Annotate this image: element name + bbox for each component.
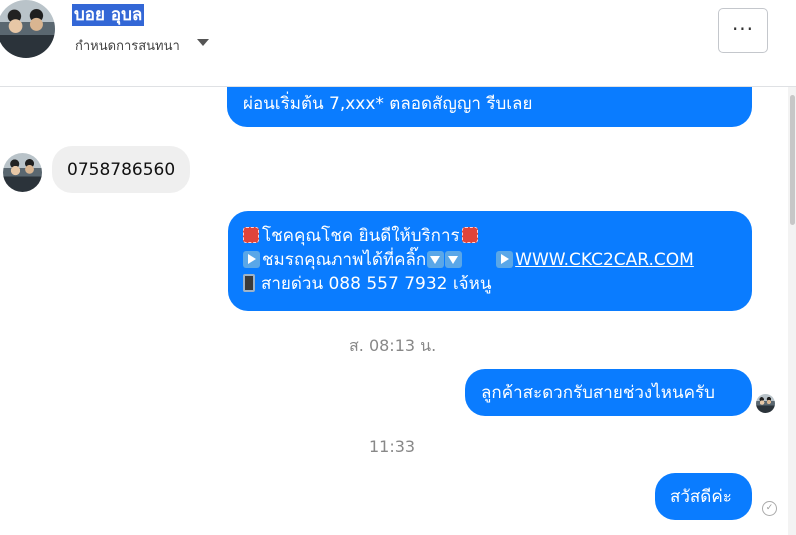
message-line: สายด่วน 088 557 7932 เจ้หนู [243, 272, 752, 296]
message-text: โชคคุณโชค ยินดีให้บริการ [262, 226, 460, 246]
conversation-header: บอย อุบล กำหนดการสนทนา ··· [0, 0, 796, 87]
timestamp: ส. 08:13 น. [349, 336, 437, 355]
message-line: โชคคุณโชค ยินดีให้บริการ [243, 224, 752, 248]
outgoing-message[interactable]: ลูกค้าสะดวกรับสายช่วงไหนครับ [465, 369, 752, 416]
avatar-photo [3, 153, 42, 192]
outgoing-message[interactable]: สวัสดีค่ะ [655, 473, 752, 520]
outgoing-message[interactable]: โชคคุณโชค ยินดีให้บริการ ชมรถคุณภาพได้ที… [228, 211, 752, 311]
timestamp: 11:33 [369, 437, 416, 456]
message-text: ลูกค้าสะดวกรับสายช่วงไหนครับ [481, 383, 715, 403]
play-button-icon [243, 251, 260, 268]
message-line: ชมรถคุณภาพได้ที่คลิ๊ก WWW.CKC2CAR.COM [243, 248, 752, 272]
avatar-photo [756, 394, 775, 413]
avatar-photo [0, 0, 55, 58]
message-text: 0758786560 [67, 160, 176, 180]
check-circle-icon: ✓ [762, 501, 777, 516]
incoming-message[interactable]: 0758786560 [52, 146, 190, 193]
website-link[interactable]: WWW.CKC2CAR.COM [515, 250, 694, 270]
more-options-button[interactable]: ··· [718, 8, 768, 53]
red-square-icon [243, 227, 259, 243]
contact-name[interactable]: บอย อุบล [72, 4, 145, 26]
sender-avatar[interactable] [3, 153, 42, 192]
schedule-conversation-dropdown[interactable]: กำหนดการสนทนา [75, 35, 180, 56]
play-button-icon [496, 251, 514, 268]
caret-down-icon[interactable] [197, 39, 209, 46]
mobile-phone-icon [243, 274, 255, 292]
scrollbar-thumb[interactable] [790, 95, 795, 225]
message-text: สายด่วน 088 557 7932 เจ้หนู [261, 274, 492, 294]
down-arrow-icon [445, 251, 463, 268]
red-square-icon [461, 227, 478, 243]
down-arrow-icon [427, 251, 445, 268]
message-text: สวัสดีค่ะ [670, 487, 732, 507]
message-text: ชมรถคุณภาพได้ที่คลิ๊ก [262, 250, 427, 270]
read-receipt-avatar [756, 394, 775, 413]
contact-avatar[interactable] [0, 0, 55, 58]
message-text: ผ่อนเริ่มต้น 7,xxx* ตลอดสัญญา รีบเลย [243, 94, 533, 114]
